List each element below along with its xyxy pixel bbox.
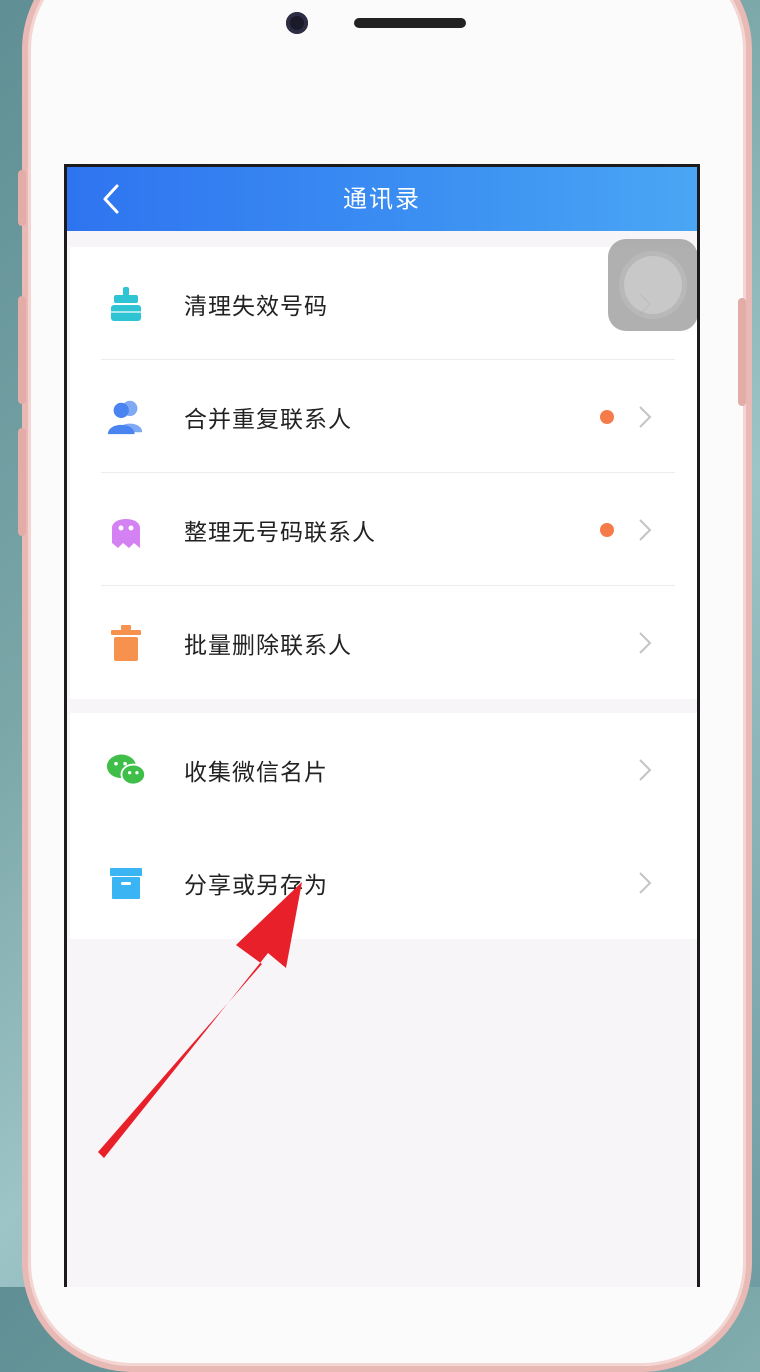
trash-icon xyxy=(106,623,146,663)
list-item-label: 批量删除联系人 xyxy=(184,632,352,659)
list-item-label: 整理无号码联系人 xyxy=(184,519,376,546)
users-icon xyxy=(106,397,146,437)
chevron-right-icon xyxy=(639,405,652,428)
list-item-label: 合并重复联系人 xyxy=(184,406,352,433)
navigation-bar: 通讯录 xyxy=(67,167,697,231)
archive-box-icon xyxy=(106,863,146,903)
list-item-collect-wechat-cards[interactable]: 收集微信名片 xyxy=(70,713,697,826)
notification-dot xyxy=(600,409,614,424)
chevron-right-icon xyxy=(639,758,652,781)
assistive-touch-ring xyxy=(624,256,682,314)
broom-icon xyxy=(106,284,146,324)
chevron-right-icon xyxy=(639,871,652,894)
contact-tools-group: 清理失效号码 合并重复联系人 整理无号码联系人 批量删除联系人 xyxy=(70,247,697,699)
mute-switch xyxy=(18,170,26,226)
list-item-label: 收集微信名片 xyxy=(184,759,328,786)
volume-down-button xyxy=(18,428,26,536)
list-item-merge-duplicates[interactable]: 合并重复联系人 xyxy=(70,360,697,473)
list-item-share-or-save-as[interactable]: 分享或另存为 xyxy=(70,826,697,939)
list-item-clean-invalid[interactable]: 清理失效号码 xyxy=(70,247,697,360)
assistive-touch-button[interactable] xyxy=(608,239,697,331)
volume-up-button xyxy=(18,296,26,404)
power-button xyxy=(738,298,746,406)
list-item-batch-delete[interactable]: 批量删除联系人 xyxy=(70,586,697,699)
app-screen: 通讯录 清理失效号码 合并重复联系人 整理无号码联系人 批量删除联系人 收集微信… xyxy=(64,164,700,1287)
page-title: 通讯录 xyxy=(343,185,421,213)
wechat-icon xyxy=(106,750,146,790)
chevron-right-icon xyxy=(639,631,652,654)
chevron-right-icon xyxy=(639,518,652,541)
list-item-organize-no-number[interactable]: 整理无号码联系人 xyxy=(70,473,697,586)
earpiece-speaker xyxy=(354,18,466,28)
ghost-icon xyxy=(106,510,146,550)
share-tools-group: 收集微信名片 分享或另存为 xyxy=(70,713,697,939)
list-item-label: 清理失效号码 xyxy=(184,293,328,320)
list-item-label: 分享或另存为 xyxy=(184,872,328,899)
notification-dot xyxy=(600,522,614,537)
front-camera xyxy=(286,12,308,34)
